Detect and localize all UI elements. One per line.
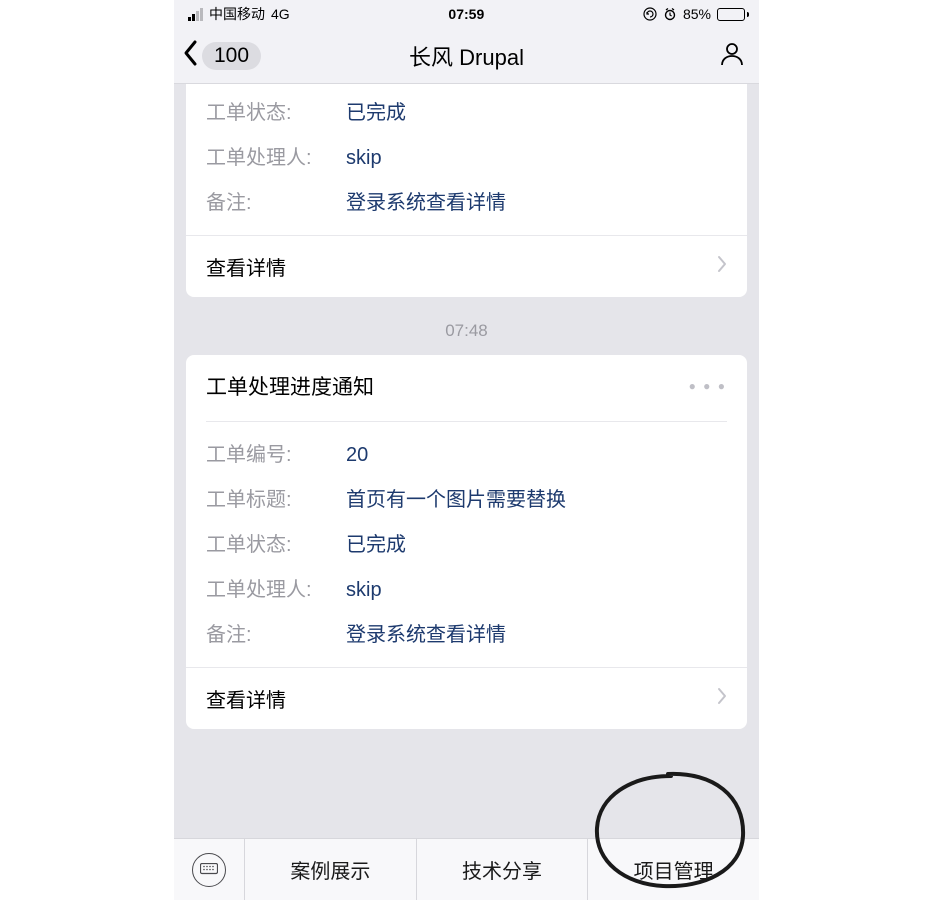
battery-icon (717, 8, 749, 21)
row-value: 20 (346, 444, 368, 467)
row-label: 工单编号: (206, 438, 346, 467)
menu-tab-project-mgmt[interactable]: 项目管理 (587, 839, 759, 900)
row-label: 备注: (206, 618, 346, 647)
view-details-label: 查看详情 (206, 684, 286, 713)
status-left: 中国移动 4G (188, 4, 290, 24)
card-title: 工单处理进度通知 (206, 371, 374, 401)
card-header: 工单处理进度通知 ● ● ● (186, 355, 747, 409)
row-value: 已完成 (346, 528, 406, 557)
battery-percent: 85% (683, 6, 711, 22)
row-value: 登录系统查看详情 (346, 618, 506, 647)
row-label: 工单状态: (206, 528, 346, 557)
clock: 07:59 (448, 6, 484, 22)
card-row: 备注: 登录系统查看详情 (206, 178, 727, 223)
notification-card: 工单处理进度通知 ● ● ● 工单编号: 20 工单标题: 首页有一个图片需要替… (186, 355, 747, 729)
card-row: 工单编号: 20 (206, 430, 727, 475)
notification-card: 工单状态: 已完成 工单处理人: skip 备注: 登录系统查看详情 查看详情 (186, 84, 747, 297)
card-row: 备注: 登录系统查看详情 (206, 610, 727, 655)
menu-tab-label: 技术分享 (462, 855, 542, 884)
chevron-right-icon (717, 255, 727, 278)
nav-bar: 100 长风 Drupal (174, 28, 759, 84)
back-button[interactable]: 100 (182, 38, 261, 73)
unread-count-pill: 100 (202, 42, 261, 70)
page-title: 长风 Drupal (174, 40, 759, 72)
menu-tab-label: 项目管理 (634, 855, 714, 884)
alarm-icon (663, 7, 677, 21)
row-label: 工单状态: (206, 96, 346, 125)
row-label: 备注: (206, 186, 346, 215)
row-value: skip (346, 579, 382, 602)
profile-icon[interactable] (719, 40, 745, 71)
network-label: 4G (271, 6, 290, 22)
chevron-left-icon (182, 38, 200, 73)
view-details-button[interactable]: 查看详情 (186, 235, 747, 297)
card-row: 工单处理人: skip (206, 133, 727, 178)
chevron-right-icon (717, 687, 727, 710)
chat-body[interactable]: 工单状态: 已完成 工单处理人: skip 备注: 登录系统查看详情 查看详情 (174, 84, 759, 838)
row-label: 工单处理人: (206, 573, 346, 602)
menu-tab-label: 案例展示 (290, 855, 370, 884)
row-label: 工单标题: (206, 483, 346, 512)
carrier-label: 中国移动 (209, 4, 265, 24)
keyboard-icon (192, 853, 226, 887)
card-row: 工单状态: 已完成 (206, 520, 727, 565)
orientation-lock-icon (643, 7, 657, 21)
row-label: 工单处理人: (206, 141, 346, 170)
status-bar: 中国移动 4G 07:59 85% (174, 0, 759, 28)
card-row: 工单状态: 已完成 (206, 88, 727, 133)
menu-tab-tech-share[interactable]: 技术分享 (416, 839, 588, 900)
row-value: 登录系统查看详情 (346, 186, 506, 215)
signal-strength-icon (188, 8, 203, 21)
view-details-button[interactable]: 查看详情 (186, 667, 747, 729)
status-right: 85% (643, 6, 749, 22)
card-row: 工单标题: 首页有一个图片需要替换 (206, 475, 727, 520)
keyboard-toggle-button[interactable] (174, 839, 244, 900)
message-timestamp: 07:48 (186, 311, 747, 355)
row-value: 已完成 (346, 96, 406, 125)
bottom-menu-bar: 案例展示 技术分享 项目管理 (174, 838, 759, 900)
menu-tab-cases[interactable]: 案例展示 (244, 839, 416, 900)
phone-frame: 中国移动 4G 07:59 85% (174, 0, 759, 900)
divider (206, 421, 727, 422)
view-details-label: 查看详情 (206, 252, 286, 281)
row-value: skip (346, 147, 382, 170)
more-icon[interactable]: ● ● ● (689, 379, 727, 393)
card-row: 工单处理人: skip (206, 565, 727, 610)
menu-tabs: 案例展示 技术分享 项目管理 (244, 839, 759, 900)
row-value: 首页有一个图片需要替换 (346, 483, 566, 512)
